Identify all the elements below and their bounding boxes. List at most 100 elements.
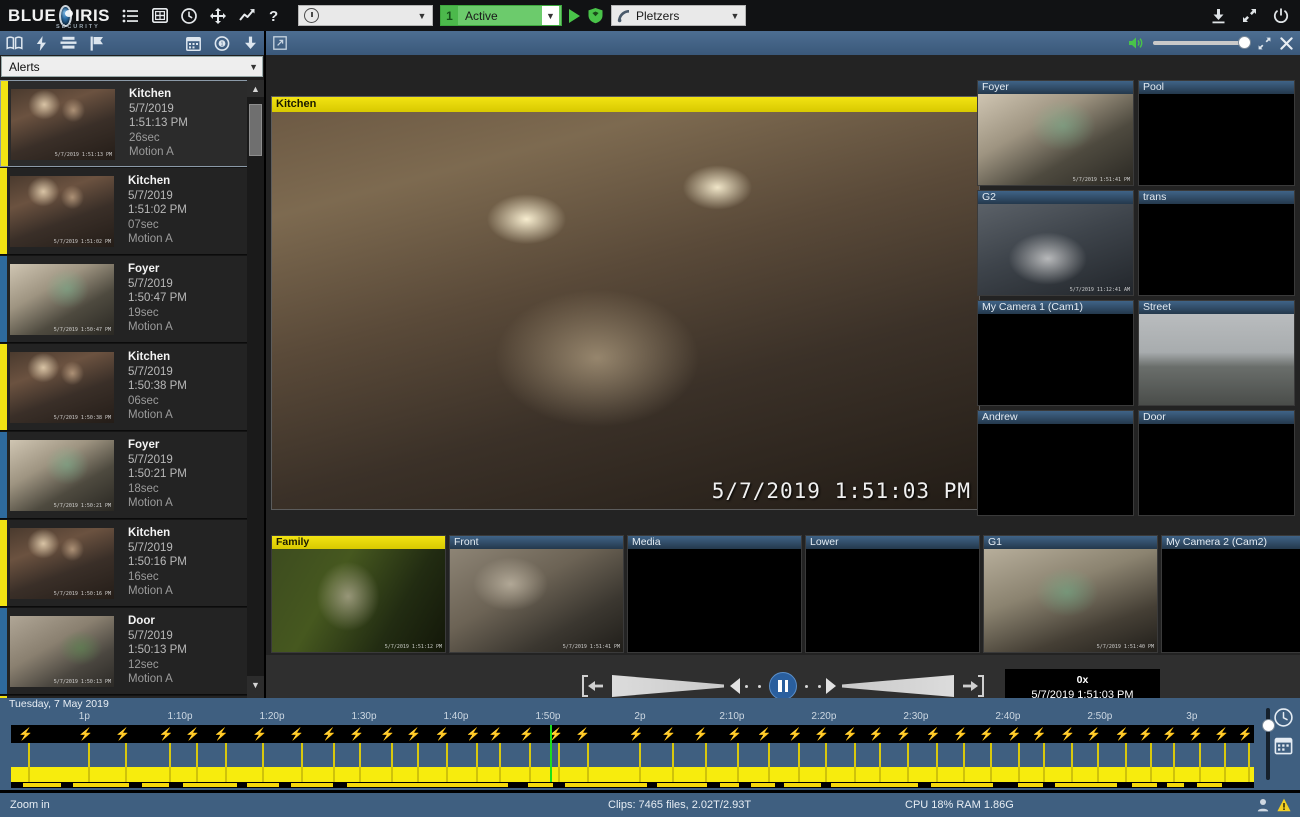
timeline-event-track[interactable]: ⚡⚡⚡⚡⚡⚡⚡⚡⚡⚡⚡⚡⚡⚡⚡⚡⚡⚡⚡⚡⚡⚡⚡⚡⚡⚡⚡⚡⚡⚡⚡⚡⚡⚡⚡⚡⚡⚡⚡⚡… [11,725,1254,743]
bolt-icon[interactable] [36,36,47,51]
expand-icon[interactable] [1242,8,1257,23]
forward-shuttle[interactable] [842,675,954,697]
timeline-alert-marker[interactable]: ⚡ [693,727,708,741]
flag-icon[interactable] [90,36,104,51]
power-icon[interactable] [1273,8,1289,24]
timeline-alert-marker[interactable]: ⚡ [78,727,93,741]
film-icon[interactable] [152,8,168,23]
timeline-alert-marker[interactable]: ⚡ [406,727,421,741]
timeline-alert-marker[interactable]: ⚡ [18,727,33,741]
timeline-alert-marker[interactable]: ⚡ [1162,727,1177,741]
camera-tile[interactable]: Family5/7/2019 1:51:12 PM [271,535,446,653]
chevron-up-icon[interactable]: ▲ [247,80,264,97]
popout-icon[interactable] [273,36,287,50]
fullscreen-icon[interactable] [1258,37,1271,50]
timeline-alert-marker[interactable]: ⚡ [115,727,130,741]
alert-thumbnail[interactable]: 5/7/2019 1:50:38 PM [10,352,114,423]
volume-slider-knob[interactable] [1238,36,1251,49]
profile-select[interactable]: ▼ [298,5,433,26]
timeline-alert-marker[interactable]: ⚡ [519,727,534,741]
close-icon[interactable] [1280,37,1293,50]
warning-icon[interactable] [1277,798,1291,812]
camera-tile[interactable]: Media [627,535,802,653]
timeline-clip[interactable] [657,783,707,787]
timeline-alert-marker[interactable]: ⚡ [629,727,644,741]
alerts-scroll-track[interactable] [247,97,264,677]
timeline-clip[interactable] [23,783,60,787]
clock-icon[interactable] [1274,708,1294,728]
camera-tile[interactable]: Pool [1138,80,1295,186]
active-profile-select[interactable]: 1 Active ▼ [440,5,562,26]
timeline-clip[interactable] [1132,783,1157,787]
timeline[interactable]: Tuesday, 7 May 2019 1p1:10p1:20p1:30p1:4… [0,698,1300,790]
alert-thumbnail[interactable]: 5/7/2019 1:51:02 PM [10,176,114,247]
timeline-alert-marker[interactable]: ⚡ [185,727,200,741]
timeline-alert-marker[interactable]: ⚡ [1214,727,1229,741]
timeline-alert-marker[interactable]: ⚡ [1060,727,1075,741]
alert-list-item[interactable]: 5/7/2019 1:50:13 PMDoor5/7/20191:50:13 P… [0,608,248,695]
volume-slider[interactable] [1153,41,1249,45]
timeline-alert-marker[interactable]: ⚡ [252,727,267,741]
camera-tile[interactable]: Door [1138,410,1295,516]
timeline-alert-marker[interactable]: ⚡ [380,727,395,741]
timeline-clip[interactable] [1167,783,1184,787]
alert-thumbnail[interactable]: 5/7/2019 1:50:21 PM [10,440,114,511]
timeline-alert-marker[interactable]: ⚡ [727,727,742,741]
fast-forward-icon[interactable] [826,678,836,694]
timeline-alert-marker[interactable]: ⚡ [757,727,772,741]
run-icon[interactable] [569,9,580,23]
timeline-clip[interactable] [1018,783,1043,787]
alerts-filter-select[interactable]: Alerts ▼ [1,56,263,77]
timeline-alert-marker[interactable]: ⚡ [926,727,941,741]
speaker-icon[interactable] [1128,36,1144,50]
list-icon[interactable] [122,9,139,23]
timeline-clip[interactable] [931,783,993,787]
pause-icon[interactable] [769,672,797,700]
time-icon[interactable]: 1 [214,36,230,51]
alerts-scrollbar[interactable]: ▲ ▼ [247,80,264,735]
timeline-alert-marker[interactable]: ⚡ [1086,727,1101,741]
timeline-recording-track[interactable] [11,767,1254,782]
timeline-alert-marker[interactable]: ⚡ [788,727,803,741]
timeline-band[interactable] [11,743,1254,767]
timeline-clip[interactable] [784,783,821,787]
main-camera-view[interactable]: Kitchen 5/7/2019 1:51:03 PM [271,96,980,510]
timeline-clip[interactable] [347,783,509,787]
timeline-alert-marker[interactable]: ⚡ [1138,727,1153,741]
download-icon[interactable] [1211,8,1226,24]
rewind-icon[interactable] [730,678,740,694]
chevron-down-icon[interactable]: ▼ [247,676,264,693]
timeline-alert-marker[interactable]: ⚡ [435,727,450,741]
alert-list-item[interactable]: 5/7/2019 1:51:13 PMKitchen5/7/20191:51:1… [0,80,248,167]
timeline-alert-marker[interactable]: ⚡ [661,727,676,741]
shield-icon[interactable] [587,7,604,24]
timeline-clip[interactable] [1055,783,1117,787]
timeline-clip[interactable] [831,783,918,787]
timeline-alert-marker[interactable]: ⚡ [896,727,911,741]
camera-tile[interactable]: Foyer5/7/2019 1:51:41 PM [977,80,1134,186]
timeline-alert-marker[interactable]: ⚡ [1188,727,1203,741]
move-icon[interactable] [210,8,226,24]
alert-thumbnail[interactable]: 5/7/2019 1:51:13 PM [11,89,115,160]
alerts-scroll-thumb[interactable] [249,104,262,156]
timeline-alert-marker[interactable]: ⚡ [349,727,364,741]
jump-to-end-icon[interactable] [960,674,986,698]
calendar-icon[interactable] [1274,736,1294,756]
alert-list-item[interactable]: 5/7/2019 1:50:16 PMKitchen5/7/20191:50:1… [0,520,248,607]
calendar-icon[interactable] [186,36,201,51]
timeline-alert-marker[interactable]: ⚡ [159,727,174,741]
rewind-shuttle[interactable] [612,675,724,697]
timeline-alert-marker[interactable]: ⚡ [575,727,590,741]
timeline-clip[interactable] [720,783,740,787]
timeline-clip[interactable] [1197,783,1222,787]
list-rows-icon[interactable] [60,36,77,50]
alert-list-item[interactable]: 5/7/2019 1:50:47 PMFoyer5/7/20191:50:47 … [0,256,248,343]
timeline-alert-marker[interactable]: ⚡ [979,727,994,741]
camera-tile[interactable]: Andrew [977,410,1134,516]
alert-thumbnail[interactable]: 5/7/2019 1:50:47 PM [10,264,114,335]
alert-list-item[interactable]: 5/7/2019 1:50:21 PMFoyer5/7/20191:50:21 … [0,432,248,519]
timeline-alert-marker[interactable]: ⚡ [814,727,829,741]
timeline-alert-marker[interactable]: ⚡ [1031,727,1046,741]
clock-icon[interactable] [181,8,197,24]
camera-tile[interactable]: Street [1138,300,1295,406]
